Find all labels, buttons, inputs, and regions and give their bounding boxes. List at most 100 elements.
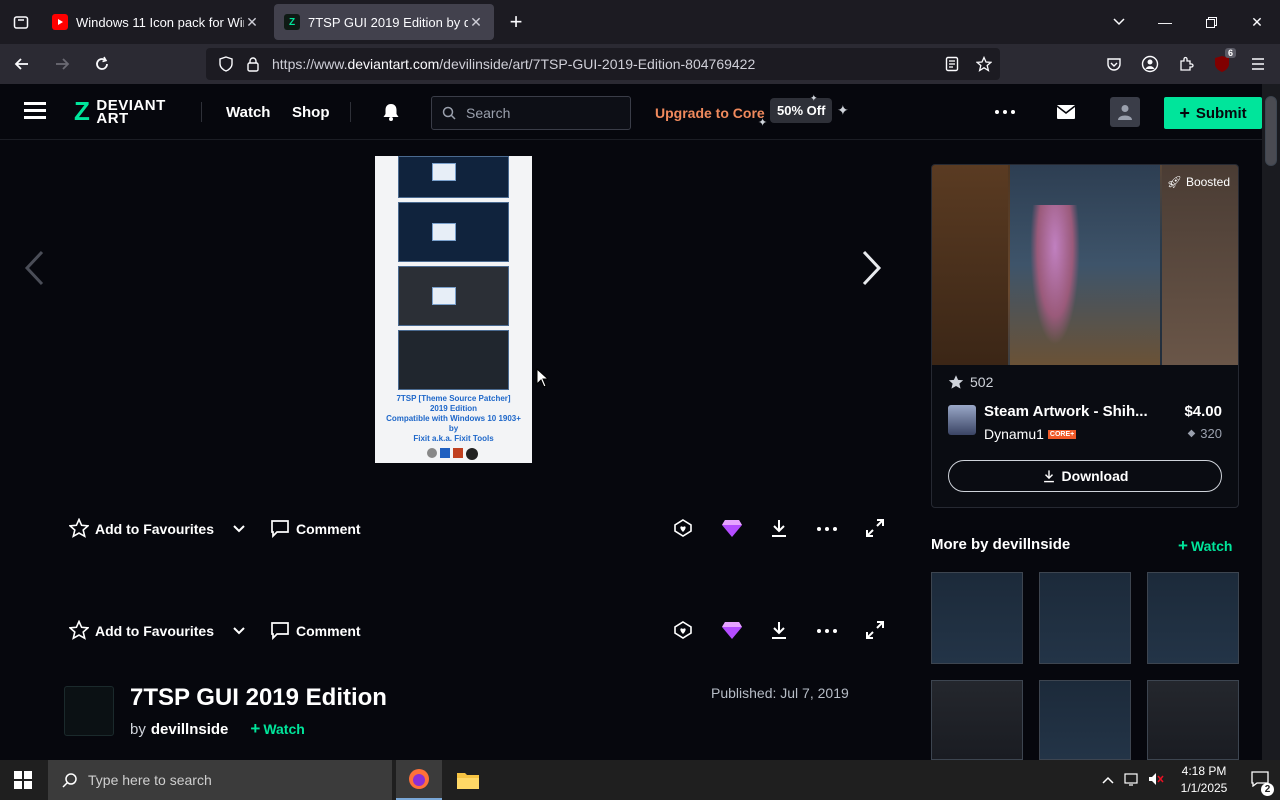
deviantart-icon: Z — [284, 14, 300, 30]
firefox-taskbar-icon[interactable] — [396, 760, 442, 800]
forward-button[interactable] — [44, 46, 80, 82]
artist-avatar[interactable] — [948, 405, 976, 435]
gem-icon[interactable] — [721, 620, 743, 643]
comment-button[interactable]: Comment — [296, 521, 361, 537]
submit-button[interactable]: + Submit — [1164, 97, 1262, 129]
card-title[interactable]: Steam Artwork - Shih... — [984, 403, 1148, 420]
watch-button[interactable]: + Watch — [1178, 536, 1232, 556]
previous-arrow-icon[interactable] — [24, 250, 44, 296]
search-placeholder: Search — [466, 105, 511, 121]
lock-icon[interactable] — [246, 56, 260, 72]
reader-view-icon[interactable] — [944, 56, 960, 72]
bell-icon[interactable] — [381, 102, 401, 127]
chevron-down-icon[interactable] — [232, 623, 246, 639]
hamburger-menu-icon[interactable] — [24, 100, 48, 127]
minimize-button[interactable]: — — [1142, 0, 1188, 44]
comment-button[interactable]: Comment — [296, 623, 361, 639]
related-thumbnail[interactable] — [1147, 572, 1239, 664]
ublock-icon[interactable]: 6 — [1208, 46, 1236, 82]
back-button[interactable] — [4, 46, 40, 82]
close-icon[interactable]: ✕ — [244, 14, 260, 31]
account-icon[interactable] — [1136, 46, 1164, 82]
more-options-icon[interactable] — [817, 527, 837, 531]
scrollbar-thumb[interactable] — [1265, 96, 1277, 166]
fullscreen-icon[interactable] — [865, 620, 885, 643]
star-icon — [948, 375, 964, 389]
next-arrow-icon[interactable] — [862, 250, 882, 296]
author-link[interactable]: devillnside — [151, 721, 229, 738]
taskbar-search-placeholder: Type here to search — [88, 772, 212, 788]
action-bar-secondary: Add to Favourites Comment — [68, 616, 885, 646]
menu-icon[interactable] — [1244, 46, 1272, 82]
chevron-down-icon[interactable] — [232, 521, 246, 537]
star-icon[interactable] — [68, 517, 90, 541]
watch-author-button[interactable]: + Watch — [250, 719, 304, 739]
download-button[interactable]: Download — [948, 460, 1222, 492]
chevron-up-icon[interactable] — [1096, 773, 1120, 787]
deviantart-logo[interactable]: Z DEVIANT ART — [74, 98, 166, 126]
upgrade-link[interactable]: Upgrade to Core — [655, 105, 765, 121]
shield-icon[interactable] — [218, 56, 234, 72]
star-icon[interactable] — [68, 619, 90, 643]
related-thumbnail[interactable] — [1039, 572, 1131, 664]
author-avatar[interactable] — [64, 686, 114, 736]
add-to-favourites-button[interactable]: Add to Favourites — [95, 521, 214, 537]
search-input[interactable]: Search — [431, 96, 631, 130]
plus-icon: + — [250, 719, 261, 738]
window-controls: — ✕ — [1096, 0, 1280, 44]
share-icon[interactable] — [673, 518, 693, 541]
tab-windows11-icons[interactable]: Windows 11 Icon pack for Windo ✕ — [42, 4, 270, 40]
tab-list-button[interactable] — [0, 0, 42, 44]
artwork-image[interactable]: 7TSP [Theme Source Patcher] 2019 Edition… — [375, 156, 532, 463]
related-thumbnail[interactable] — [1039, 680, 1131, 760]
character-figure — [1030, 205, 1080, 345]
file-explorer-icon[interactable] — [446, 760, 490, 800]
tab-7tsp-gui[interactable]: Z 7TSP GUI 2019 Edition by devilli ✕ — [274, 4, 494, 40]
close-window-button[interactable]: ✕ — [1234, 0, 1280, 44]
artist-name[interactable]: Dynamu1 — [984, 426, 1044, 442]
fullscreen-icon[interactable] — [865, 518, 885, 541]
pocket-icon[interactable] — [1100, 46, 1128, 82]
volume-muted-icon[interactable] — [1144, 772, 1168, 789]
bookmark-star-icon[interactable] — [976, 56, 992, 72]
avatar[interactable] — [1110, 97, 1140, 127]
watch-label: Watch — [1190, 538, 1233, 554]
chevron-down-icon[interactable] — [1096, 0, 1142, 44]
url-bar[interactable]: https://www. deviantart.com/devilinside/a… — [206, 48, 1000, 80]
clock[interactable]: 4:18 PM 1/1/2025 — [1168, 763, 1240, 797]
price: $4.00 — [1184, 403, 1222, 420]
taskbar-search[interactable]: Type here to search — [48, 760, 392, 800]
favourites-value: 502 — [970, 374, 994, 390]
artist-line: Dynamu1 CORE+ — [984, 426, 1077, 442]
arrow-left-icon — [14, 58, 28, 70]
related-thumbnail[interactable] — [1147, 680, 1239, 760]
maximize-button[interactable] — [1188, 0, 1234, 44]
windows-start-icon[interactable] — [14, 771, 32, 794]
notification-count: 2 — [1261, 782, 1274, 796]
related-thumbnail[interactable] — [931, 680, 1023, 760]
gem-icon[interactable] — [721, 518, 743, 541]
comment-icon[interactable] — [270, 620, 290, 643]
extensions-icon[interactable] — [1172, 46, 1200, 82]
discount-badge[interactable]: 50% Off — [770, 98, 833, 123]
mail-icon[interactable] — [1056, 104, 1076, 125]
download-icon[interactable] — [769, 518, 789, 541]
page-scrollbar[interactable] — [1262, 84, 1280, 760]
watch-link[interactable]: Watch — [226, 104, 270, 121]
more-options-icon[interactable] — [995, 110, 1015, 114]
close-icon[interactable]: ✕ — [468, 14, 484, 31]
add-to-favourites-button[interactable]: Add to Favourites — [95, 623, 214, 639]
network-icon[interactable] — [1120, 772, 1144, 789]
rocket-icon: 🚀︎ — [1166, 175, 1182, 189]
download-icon[interactable] — [769, 620, 789, 643]
reload-button[interactable] — [84, 46, 120, 82]
boosted-card[interactable]: 🚀︎ Boosted 502 Steam Artwork - Shih... $4… — [931, 164, 1239, 508]
notification-center-icon[interactable]: 2 — [1240, 770, 1280, 796]
shop-link[interactable]: Shop — [292, 104, 330, 121]
boosted-artwork-image[interactable]: 🚀︎ Boosted — [932, 165, 1238, 365]
related-thumbnail[interactable] — [931, 572, 1023, 664]
new-tab-button[interactable]: + — [494, 9, 538, 35]
comment-icon[interactable] — [270, 518, 290, 541]
more-options-icon[interactable] — [817, 629, 837, 633]
share-icon[interactable] — [673, 620, 693, 643]
